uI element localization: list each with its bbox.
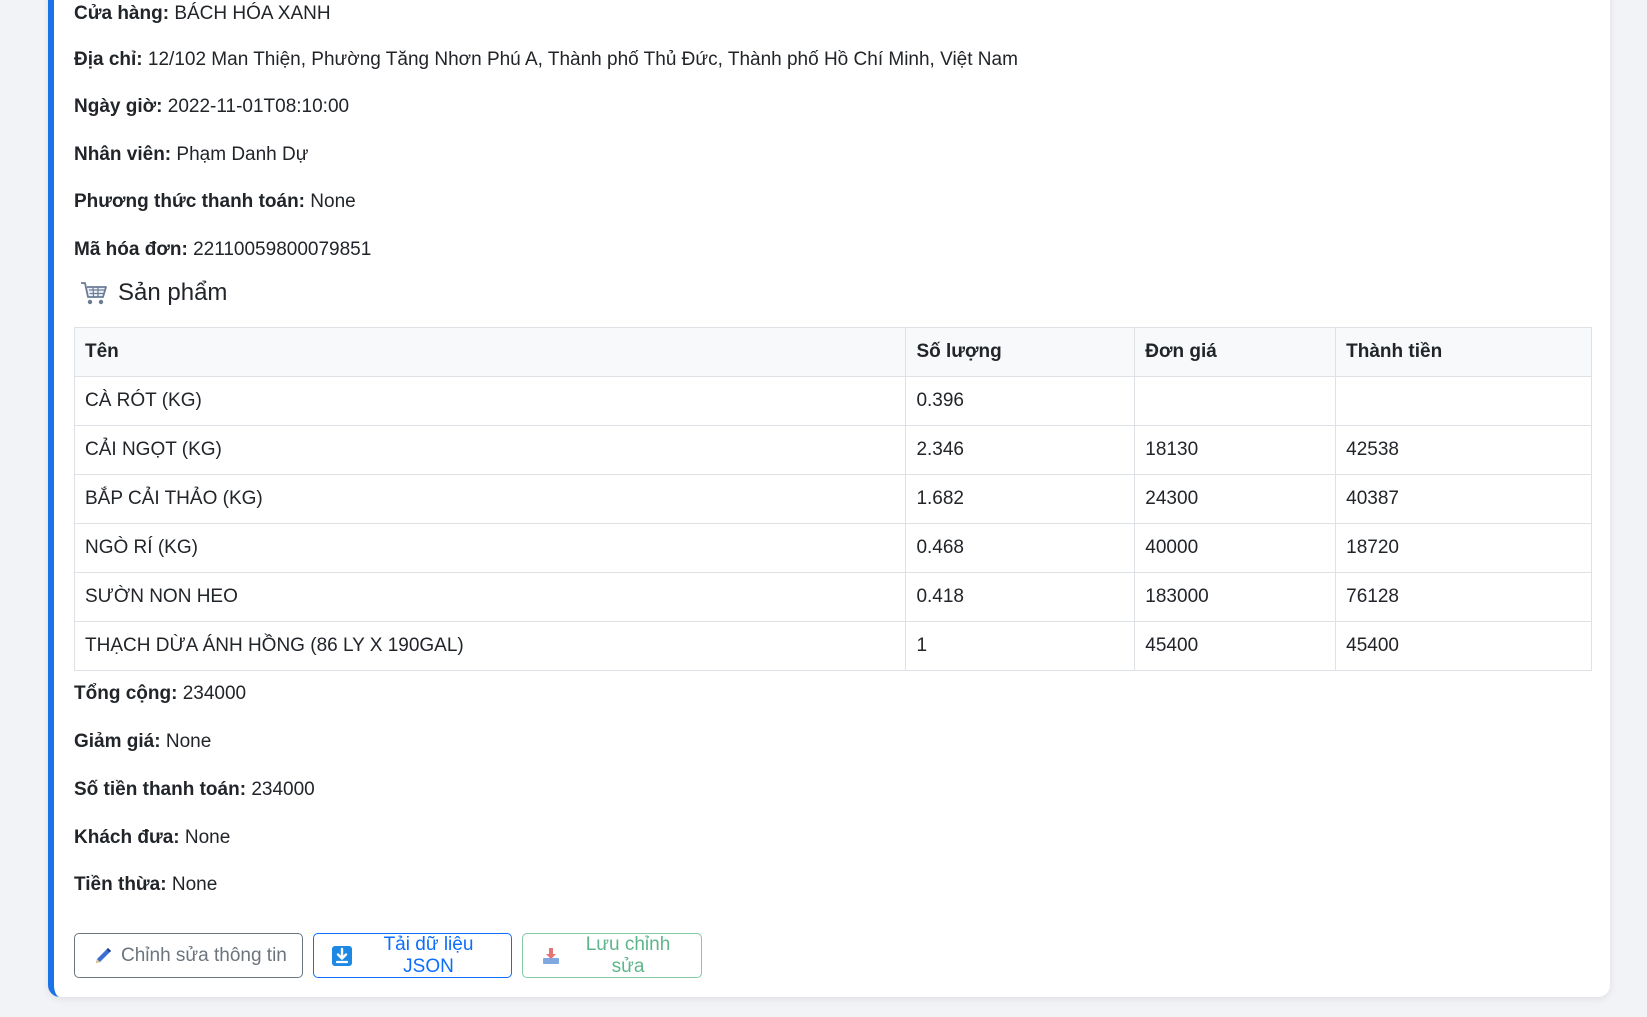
datetime-field: Ngày giờ: 2022-11-01T08:10:00 xyxy=(74,95,349,119)
product-quantity: 0.396 xyxy=(905,376,1136,426)
download-json-label: Tải dữ liệu JSON xyxy=(383,933,474,977)
store-label: Cửa hàng: xyxy=(74,3,170,24)
staff-label: Nhân viên: xyxy=(74,144,172,165)
staff-value: Phạm Danh Dự xyxy=(176,144,309,165)
table-header-row: Tên Số lượng Đơn giá Thành tiền xyxy=(73,327,1592,377)
paid-field: Số tiền thanh toán: 234000 xyxy=(74,778,315,802)
column-header-unit-price: Đơn giá xyxy=(1134,327,1337,377)
product-quantity: 1.682 xyxy=(905,474,1136,524)
download-json-button[interactable]: Tải dữ liệu JSON xyxy=(313,933,512,978)
product-unit-price: 24300 xyxy=(1134,474,1337,524)
save-edits-button[interactable]: Lưu chỉnh sửa xyxy=(522,933,702,978)
table-row: CÀ RÓT (KG) 0.396 xyxy=(73,376,1592,426)
product-unit-price: 183000 xyxy=(1134,572,1337,622)
invoice-card: Cửa hàng: BÁCH HÓA XANH Địa chỉ: 12/102 … xyxy=(48,0,1610,997)
product-name: THẠCH DỪA ÁNH HỒNG (86 LY X 190GAL) xyxy=(73,621,907,671)
change-value: None xyxy=(171,874,218,895)
product-quantity: 2.346 xyxy=(905,425,1136,475)
change-field: Tiền thừa: None xyxy=(74,873,217,897)
store-field: Cửa hàng: BÁCH HÓA XANH xyxy=(74,2,331,26)
table-row: NGÒ RÍ (KG) 0.468 40000 18720 xyxy=(73,523,1592,573)
invoice-id-field: Mã hóa đơn: 22110059800079851 xyxy=(74,238,371,262)
save-edits-label: Lưu chỉnh sửa xyxy=(585,933,671,977)
change-label: Tiền thừa: xyxy=(74,874,167,895)
table-row: SƯỜN NON HEO 0.418 183000 76128 xyxy=(73,572,1592,622)
total-value: 234000 xyxy=(182,683,247,704)
address-label: Địa chỉ: xyxy=(74,49,143,70)
product-amount: 42538 xyxy=(1335,425,1592,475)
product-name: NGÒ RÍ (KG) xyxy=(73,523,907,573)
discount-label: Giảm giá: xyxy=(74,731,161,752)
edit-info-label: Chỉnh sửa thông tin xyxy=(121,944,287,966)
invoice-id-label: Mã hóa đơn: xyxy=(74,239,188,260)
product-quantity: 0.418 xyxy=(905,572,1136,622)
column-header-name: Tên xyxy=(73,327,907,377)
given-value: None xyxy=(184,827,231,848)
product-unit-price: 45400 xyxy=(1134,621,1337,671)
product-amount: 76128 xyxy=(1335,572,1592,622)
product-unit-price xyxy=(1134,376,1337,426)
product-unit-price: 18130 xyxy=(1134,425,1337,475)
products-table: Tên Số lượng Đơn giá Thành tiền CÀ RÓT (… xyxy=(73,327,1592,671)
save-icon xyxy=(543,947,559,964)
payment-method-field: Phương thức thanh toán: None xyxy=(74,190,356,214)
product-amount: 18720 xyxy=(1335,523,1592,573)
action-buttons: Chỉnh sửa thông tin Tải dữ liệu JSON Lưu… xyxy=(74,933,702,978)
payment-method-label: Phương thức thanh toán: xyxy=(74,191,305,212)
paid-value: 234000 xyxy=(251,779,315,800)
product-quantity: 0.468 xyxy=(905,523,1136,573)
address-value: 12/102 Man Thiện, Phường Tăng Nhơn Phú A… xyxy=(147,49,1018,70)
download-arrow-icon xyxy=(332,945,352,966)
given-field: Khách đưa: None xyxy=(74,826,230,850)
store-value: BÁCH HÓA XANH xyxy=(174,3,331,24)
edit-info-button[interactable]: Chỉnh sửa thông tin xyxy=(74,933,303,978)
column-header-amount: Thành tiền xyxy=(1335,327,1592,377)
product-name: SƯỜN NON HEO xyxy=(73,572,907,622)
product-amount: 40387 xyxy=(1335,474,1592,524)
datetime-label: Ngày giờ: xyxy=(74,96,163,117)
products-heading: Sản phẩm xyxy=(80,278,227,308)
column-header-quantity: Số lượng xyxy=(905,327,1136,377)
table-row: THẠCH DỪA ÁNH HỒNG (86 LY X 190GAL) 1 45… xyxy=(73,621,1592,671)
product-unit-price: 40000 xyxy=(1134,523,1337,573)
discount-field: Giảm giá: None xyxy=(74,730,211,754)
product-amount: 45400 xyxy=(1335,621,1592,671)
product-name: CẢI NGỌT (KG) xyxy=(73,425,907,475)
table-row: CẢI NGỌT (KG) 2.346 18130 42538 xyxy=(73,425,1592,475)
table-row: BẮP CẢI THẢO (KG) 1.682 24300 40387 xyxy=(73,474,1592,524)
total-label: Tổng cộng: xyxy=(74,683,178,704)
address-field: Địa chỉ: 12/102 Man Thiện, Phường Tăng N… xyxy=(74,48,1018,72)
product-amount xyxy=(1335,376,1592,426)
products-title: Sản phẩm xyxy=(118,279,228,306)
invoice-id-value: 22110059800079851 xyxy=(193,239,372,260)
shopping-cart-icon xyxy=(81,282,107,305)
pen-icon xyxy=(96,947,111,963)
product-name: CÀ RÓT (KG) xyxy=(73,376,907,426)
payment-method-value: None xyxy=(310,191,356,212)
total-field: Tổng cộng: 234000 xyxy=(74,682,246,706)
staff-field: Nhân viên: Phạm Danh Dự xyxy=(74,143,308,167)
product-quantity: 1 xyxy=(905,621,1136,671)
discount-value: None xyxy=(165,731,212,752)
given-label: Khách đưa: xyxy=(74,827,180,848)
product-name: BẮP CẢI THẢO (KG) xyxy=(73,474,907,524)
paid-label: Số tiền thanh toán: xyxy=(74,779,247,800)
datetime-value: 2022-11-01T08:10:00 xyxy=(167,96,350,117)
